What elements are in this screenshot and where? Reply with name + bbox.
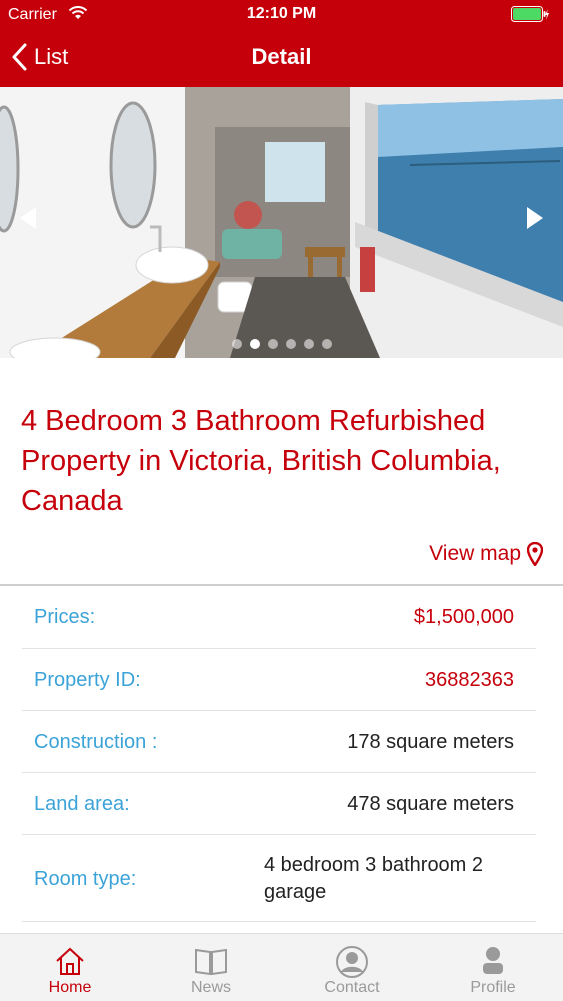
page-title: Detail (251, 44, 312, 69)
tab-contact[interactable]: Contact (282, 934, 422, 1001)
news-book-icon (195, 948, 227, 976)
home-icon (56, 947, 84, 975)
detail-row-price: Prices: $1,500,000 (22, 586, 536, 649)
tab-home-label: Home (48, 979, 92, 996)
detail-label: Land area: (34, 793, 130, 815)
detail-label: Construction : (34, 731, 158, 753)
detail-value: 478 square meters (347, 793, 514, 815)
next-photo-button[interactable] (527, 207, 543, 229)
view-map-button[interactable]: View map (429, 542, 543, 566)
status-time: 12:10 PM (246, 5, 317, 22)
detail-row-construction: Construction : 178 square meters (22, 711, 536, 773)
tab-news-label: News (190, 979, 231, 996)
detail-value: 4 bedroom 3 bathroom 2 garage (264, 854, 484, 903)
detail-row-room-type: Room type: 4 bedroom 3 bathroom 2 garage (22, 835, 536, 922)
previous-photo-button[interactable] (20, 207, 36, 229)
map-pin-icon (527, 542, 543, 566)
carousel-dot[interactable] (267, 339, 278, 349)
detail-row-property-id: Property ID: 36882363 (22, 649, 536, 711)
header: Carrier 12:10 PM List Detail (0, 0, 563, 87)
detail-label: Property ID: (34, 669, 141, 691)
photo-carousel[interactable] (0, 87, 563, 358)
carousel-dot[interactable] (303, 339, 314, 349)
carousel-dot[interactable] (231, 339, 242, 349)
view-map-label: View map (429, 542, 521, 565)
navigation-bar: List Detail (0, 34, 563, 84)
contact-user-icon (336, 946, 368, 978)
tab-bar: Home News Contact Profile (0, 933, 563, 1001)
tab-home[interactable]: Home (0, 934, 140, 1001)
detail-value: 36882363 (425, 669, 514, 691)
status-bar: Carrier 12:10 PM (0, 0, 563, 30)
battery-icon (511, 6, 549, 22)
carousel-page-indicator (0, 336, 563, 354)
profile-user-icon (483, 947, 503, 974)
tab-profile[interactable]: Profile (423, 934, 563, 1001)
property-details-table: Prices: $1,500,000 Property ID: 36882363… (22, 586, 536, 922)
carousel-dot[interactable] (285, 339, 296, 349)
carousel-dot[interactable] (249, 339, 260, 349)
property-title: 4 Bedroom 3 Bathroom Refurbished Propert… (21, 405, 501, 517)
tab-profile-label: Profile (470, 979, 516, 996)
detail-row-land-area: Land area: 478 square meters (22, 773, 536, 835)
carousel-dot[interactable] (321, 339, 332, 349)
detail-value: $1,500,000 (413, 606, 514, 628)
detail-label: Prices: (34, 606, 96, 628)
tab-news[interactable]: News (141, 934, 281, 1001)
detail-label: Room type: (34, 868, 137, 890)
tab-contact-label: Contact (324, 979, 380, 996)
detail-value: 178 square meters (347, 731, 514, 753)
property-photo (0, 87, 563, 358)
